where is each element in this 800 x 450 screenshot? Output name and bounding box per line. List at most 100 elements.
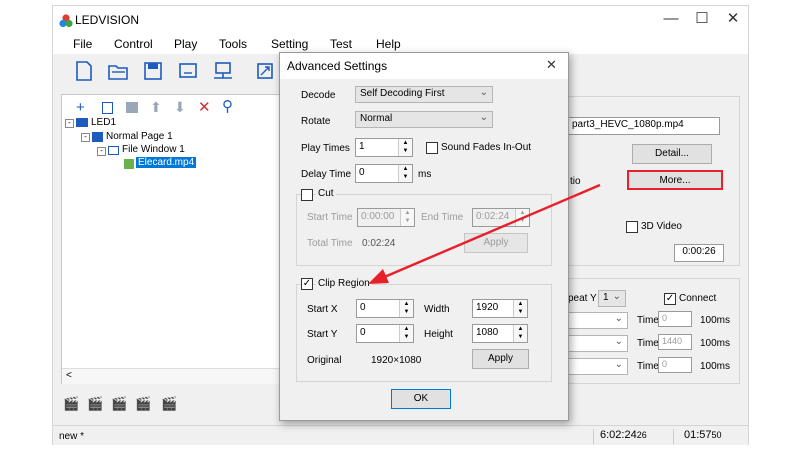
rotate-label: Rotate	[301, 116, 331, 127]
spin-arrows-icon[interactable]: ▲ ▼	[398, 139, 412, 156]
3d-video-checkbox[interactable]	[626, 221, 638, 233]
time-field-1[interactable]: 0	[658, 311, 692, 327]
close-button[interactable]: ✕	[718, 9, 748, 31]
delete-icon[interactable]: ✕	[198, 98, 211, 116]
detail-button[interactable]: Detail...	[632, 144, 712, 164]
height-spinner[interactable]: 1080 ▲ ▼	[472, 324, 528, 343]
effect-combo-1[interactable]: ⌄	[568, 312, 628, 329]
scroll-left-icon[interactable]: <	[66, 370, 72, 381]
spin-arrows-icon[interactable]: ▲ ▼	[399, 300, 413, 317]
menu-play[interactable]: Play	[174, 37, 197, 51]
spin-arrows-icon[interactable]: ▲ ▼	[513, 300, 527, 317]
total-time-label: Total Time	[307, 238, 353, 249]
spin-arrows-icon[interactable]: ▲ ▼	[398, 165, 412, 182]
collapse-window-icon[interactable]: -	[97, 147, 106, 156]
menu-help[interactable]: Help	[376, 37, 401, 51]
clapper-icon[interactable]: 🎬	[87, 396, 103, 412]
screen-icon[interactable]	[177, 60, 199, 82]
save-icon[interactable]	[142, 60, 164, 82]
tree-item-file[interactable]: Elecard.mp4	[136, 157, 197, 168]
clip-apply-button[interactable]: Apply	[472, 349, 529, 369]
play-times-value: 1	[359, 141, 365, 152]
maximize-button[interactable]: ☐	[687, 9, 717, 31]
open-folder-icon[interactable]	[107, 60, 129, 82]
filename-field[interactable]: part3_HEVC_1080p.mp4	[568, 117, 720, 135]
connect-checkbox[interactable]: ✓	[664, 293, 676, 305]
menu-setting[interactable]: Setting	[271, 37, 308, 51]
send-icon[interactable]	[212, 60, 234, 82]
play-times-spinner[interactable]: 1 ▲ ▼	[355, 138, 413, 157]
spin-arrows-icon[interactable]: ▲ ▼	[513, 325, 527, 342]
clip-region-checkbox[interactable]: ✓	[301, 278, 313, 290]
more-button[interactable]: More...	[627, 170, 723, 190]
start-x-label: Start X	[307, 304, 338, 315]
collapse-page-icon[interactable]: -	[81, 133, 90, 142]
clapper-add-icon[interactable]: 🎬	[161, 396, 177, 412]
duration-field[interactable]: 0:00:26	[674, 244, 724, 262]
app-title: LEDVISION	[75, 13, 140, 27]
start-y-spinner[interactable]: 0 ▲ ▼	[356, 324, 414, 343]
menu-file[interactable]: File	[73, 37, 92, 51]
move-down-icon[interactable]: ⬇	[174, 99, 186, 116]
sound-fade-checkbox[interactable]	[426, 142, 438, 154]
led-screen-icon	[76, 118, 88, 127]
clapper-icon[interactable]: 🎬	[63, 396, 79, 412]
end-time-spinner[interactable]: 0:02:24 ▲ ▼	[472, 208, 530, 227]
menu-bar: File Control Play Tools Setting Test Hel…	[53, 34, 748, 54]
horizontal-scrollbar[interactable]: <	[62, 368, 284, 384]
effect-combo-3[interactable]: ⌄	[568, 358, 628, 375]
dialog-close-icon[interactable]: ✕	[546, 57, 557, 73]
chevron-down-icon: ⌄	[479, 112, 488, 123]
clapper-icon[interactable]: 🎬	[135, 396, 151, 412]
menu-test[interactable]: Test	[330, 37, 352, 51]
spin-arrows-icon[interactable]: ▲ ▼	[400, 209, 414, 226]
new-file-icon[interactable]	[73, 60, 95, 82]
tree-item-window[interactable]: File Window 1	[122, 144, 185, 155]
3d-video-label: 3D Video	[641, 221, 682, 232]
unit-label: 100ms	[700, 315, 731, 326]
start-time-spinner[interactable]: 0:00:00 ▲ ▼	[357, 208, 415, 227]
cut-apply-button[interactable]: Apply	[464, 233, 528, 253]
title-bar: LEDVISION — ☐ ✕	[53, 6, 748, 34]
decode-label: Decode	[301, 90, 336, 101]
tree-item-page[interactable]: Normal Page 1	[106, 131, 173, 142]
chevron-down-icon: ⌄	[614, 359, 623, 370]
tree-item-led[interactable]: LED1	[91, 117, 116, 128]
sound-fade-label: Sound Fades In-Out	[441, 142, 532, 153]
spin-arrows-icon[interactable]: ▲ ▼	[399, 325, 413, 342]
effect-combo-2[interactable]: ⌄	[568, 335, 628, 352]
connect-label: Connect	[679, 293, 717, 304]
spin-arrows-icon[interactable]: ▲ ▼	[515, 209, 529, 226]
end-time-label: End Time	[421, 212, 464, 223]
rotate-combo[interactable]: Normal ⌄	[355, 111, 493, 128]
move-up-icon[interactable]: ⬆	[150, 99, 162, 116]
delay-time-value: 0	[359, 167, 365, 178]
delay-time-spinner[interactable]: 0 ▲ ▼	[355, 164, 413, 183]
menu-control[interactable]: Control	[114, 37, 153, 51]
chevron-down-icon: ⌄	[479, 87, 488, 98]
cut-checkbox[interactable]	[301, 189, 313, 201]
start-time-value: 0:00:00	[361, 211, 395, 222]
add-icon[interactable]: +	[76, 99, 85, 116]
copy-icon[interactable]	[102, 102, 113, 114]
paste-icon[interactable]	[126, 102, 138, 113]
clapper-icon[interactable]: 🎬	[111, 396, 127, 412]
dialog-title: Advanced Settings	[287, 59, 388, 73]
start-x-spinner[interactable]: 0 ▲ ▼	[356, 299, 414, 318]
chevron-down-icon: ⌄	[614, 336, 623, 347]
time-field-3[interactable]: 0	[658, 357, 692, 373]
time-field-2[interactable]: 1440	[658, 334, 692, 350]
width-spinner[interactable]: 1920 ▲ ▼	[472, 299, 528, 318]
menu-tools[interactable]: Tools	[219, 37, 247, 51]
repeat-combo[interactable]: 1 ⌄	[598, 290, 626, 307]
window-icon	[108, 146, 119, 155]
decode-combo[interactable]: Self Decoding First ⌄	[355, 86, 493, 103]
height-label: Height	[424, 329, 453, 340]
minimize-button[interactable]: —	[656, 9, 686, 31]
ok-button[interactable]: OK	[391, 389, 451, 409]
collapse-led-icon[interactable]: -	[65, 119, 74, 128]
expand-icon[interactable]	[257, 60, 273, 82]
search-icon[interactable]: ⚲	[222, 97, 233, 115]
advanced-settings-dialog: Advanced Settings ✕ Decode Self Decoding…	[279, 52, 569, 421]
cut-group	[296, 194, 552, 266]
